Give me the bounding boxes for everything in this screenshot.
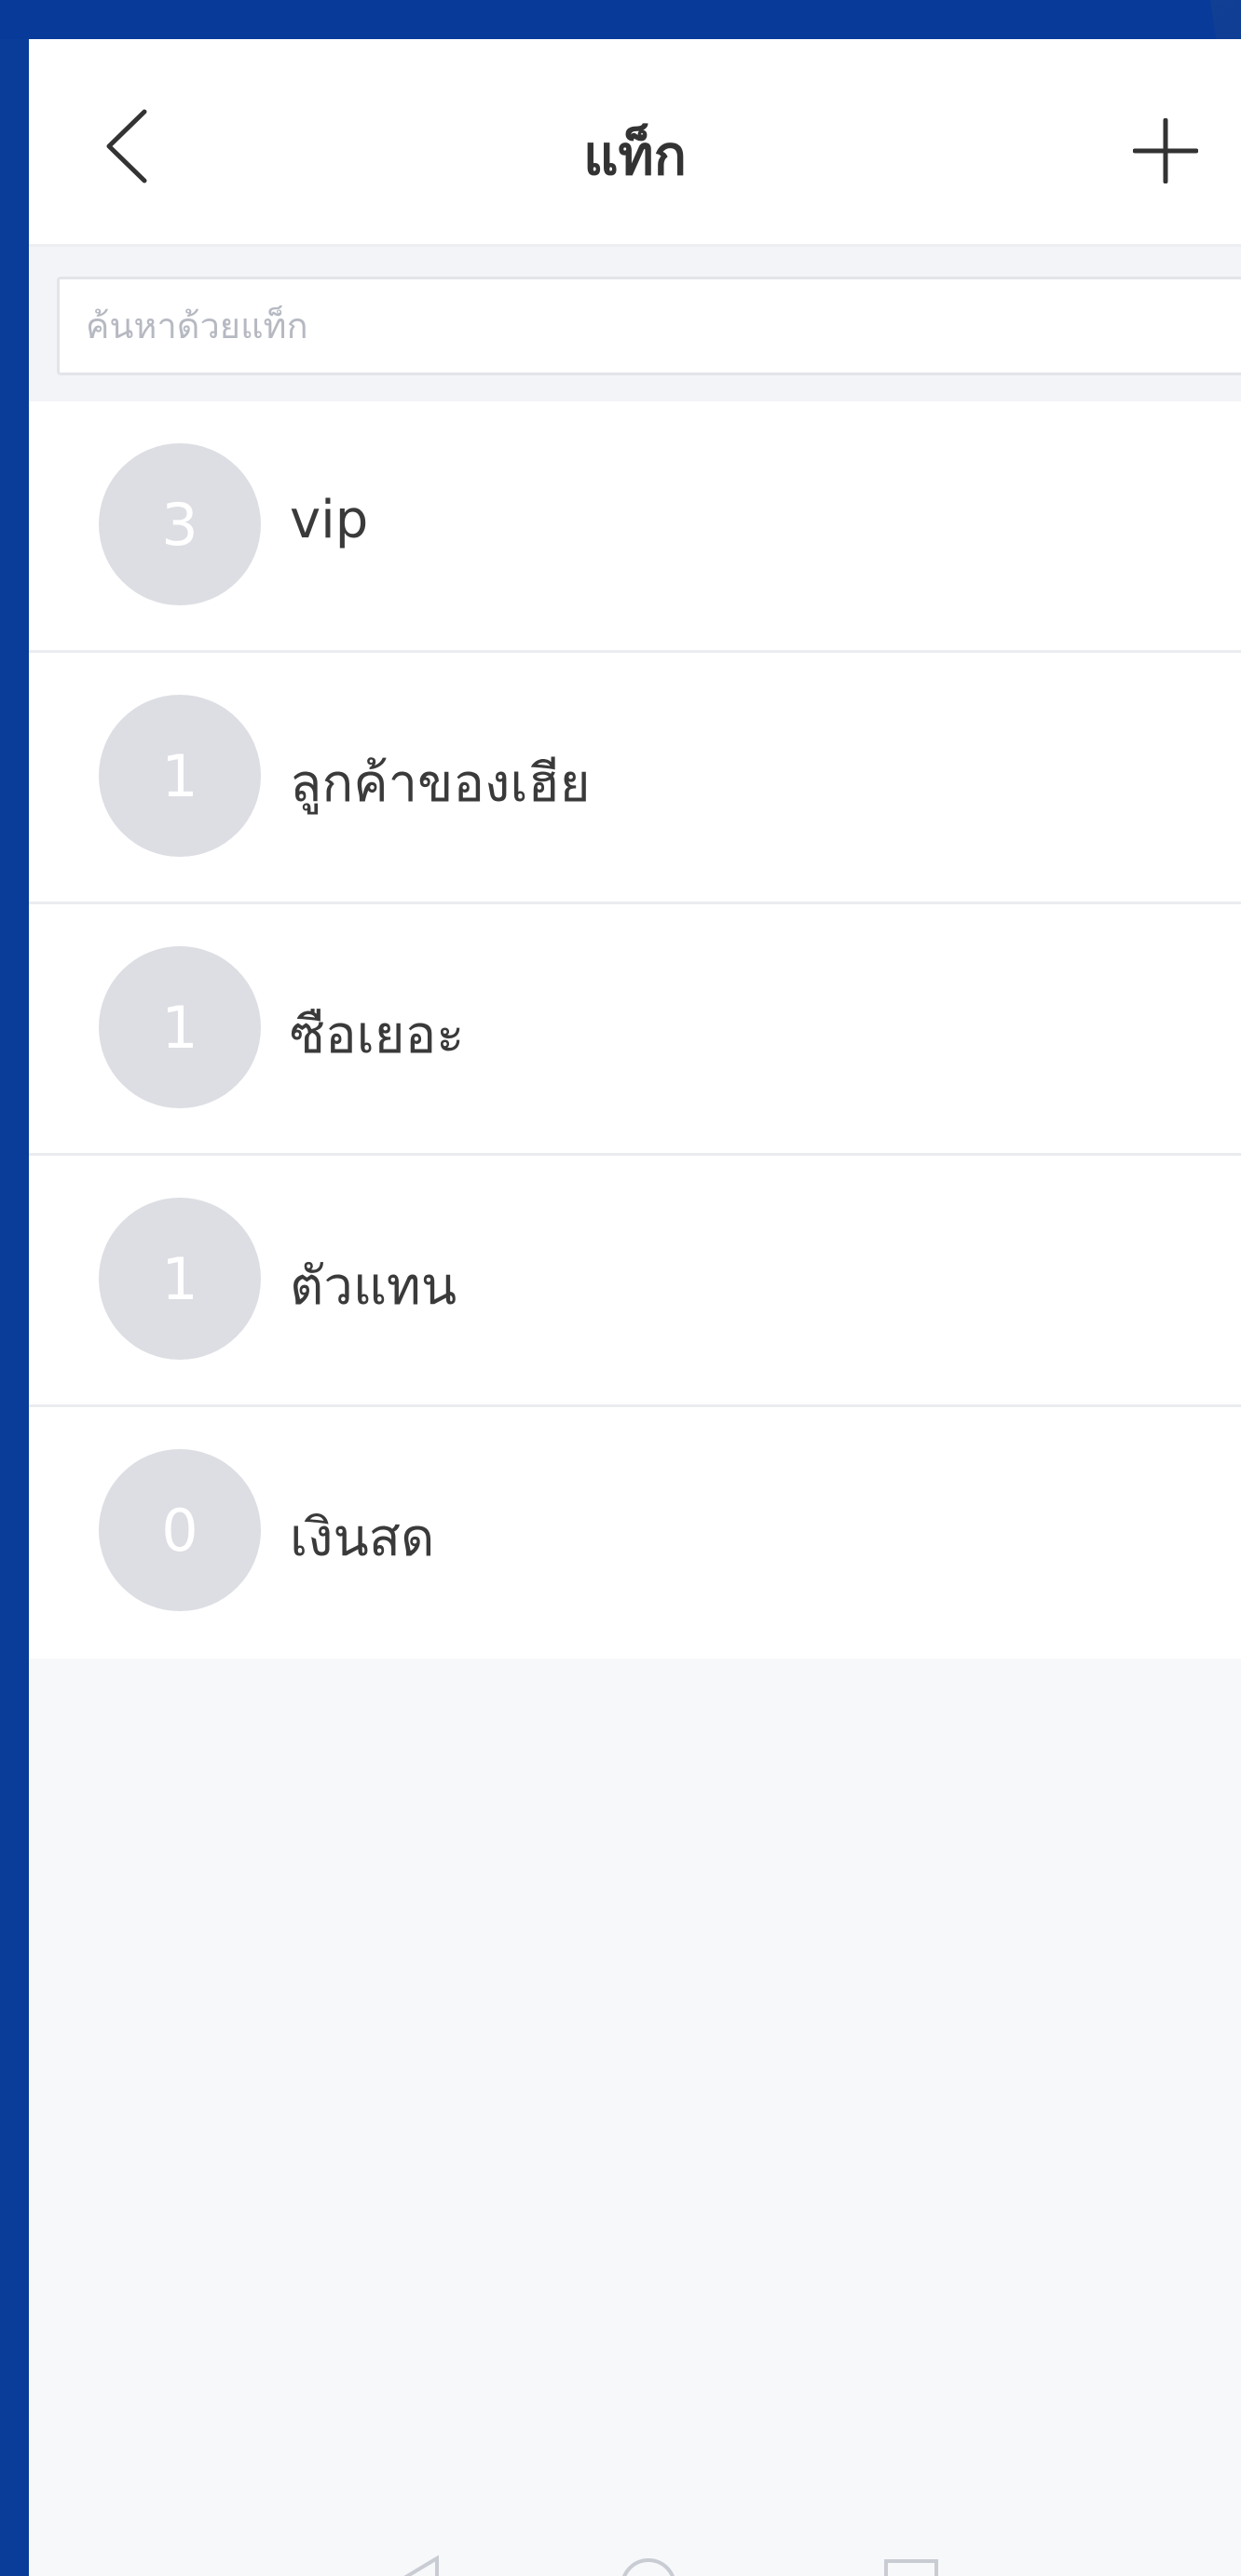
- plus-icon[interactable]: [1132, 117, 1199, 184]
- tag-label: เงินสด: [290, 1508, 435, 1568]
- list-item[interactable]: 0 เงินสด: [29, 1407, 1241, 1659]
- tag-count-badge: 1: [99, 1198, 261, 1360]
- tag-count-badge: 0: [99, 1449, 261, 1611]
- tag-count-badge: 1: [99, 695, 261, 857]
- tag-list: 3 vip 1 ลูกค้าของเฮีย 1 ซือเยอะ 1 ตัวแทน…: [29, 401, 1241, 1659]
- page-title: แท็ก: [583, 124, 687, 187]
- tag-count-badge: 1: [99, 946, 261, 1108]
- list-item[interactable]: 1 ลูกค้าของเฮีย: [29, 653, 1241, 904]
- tag-label: ตัวแทน: [290, 1256, 457, 1317]
- list-item[interactable]: 3 vip: [29, 401, 1241, 653]
- app-screen: แท็ก 3 vip 1 ลูกค้าของเฮีย 1 ซือเยอะ 1 ต…: [29, 39, 1241, 2576]
- tag-count-badge: 3: [99, 443, 261, 605]
- nav-recents-icon[interactable]: [879, 2554, 944, 2576]
- nav-home-icon[interactable]: [616, 2554, 681, 2576]
- search-input[interactable]: [57, 277, 1241, 375]
- tag-label: ลูกค้าของเฮีย: [290, 753, 591, 814]
- list-item[interactable]: 1 ซือเยอะ: [29, 904, 1241, 1156]
- nav-header: แท็ก: [29, 39, 1241, 247]
- nav-back-icon[interactable]: [381, 2554, 446, 2576]
- tag-label: ซือเยอะ: [290, 1005, 465, 1065]
- top-frame-band: [0, 0, 1241, 39]
- list-item[interactable]: 1 ตัวแทน: [29, 1156, 1241, 1407]
- search-bar: [29, 247, 1241, 401]
- tag-label: vip: [290, 490, 369, 550]
